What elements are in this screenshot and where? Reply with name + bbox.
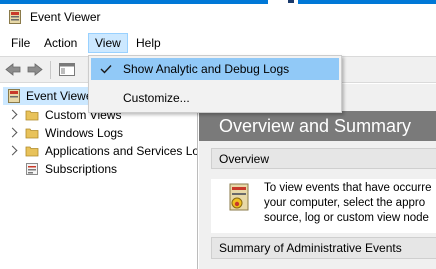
menu-item-customize[interactable]: Customize... <box>91 87 339 109</box>
section-title: Overview <box>219 152 270 166</box>
menu-item-label: Show Analytic and Debug Logs <box>123 62 290 76</box>
toolbar-separator <box>50 61 51 79</box>
overview-body: To view events that have occurre your co… <box>211 179 436 233</box>
checkmark-icon <box>100 65 112 74</box>
overview-section-header[interactable]: Overview <box>211 148 436 169</box>
menu-file[interactable]: File <box>5 33 36 53</box>
title-bar: Event Viewer <box>0 0 436 33</box>
menu-item-label: Customize... <box>123 91 190 105</box>
overview-line: source, log or custom view node <box>264 212 429 224</box>
event-viewer-icon <box>9 10 21 24</box>
tree-item-label: Subscriptions <box>45 162 118 176</box>
section-title: Summary of Administrative Events <box>219 241 402 255</box>
menu-bar: File Action View Help <box>0 33 436 55</box>
folder-icon <box>25 110 39 121</box>
view-menu-dropdown: Show Analytic and Debug Logs Customize..… <box>88 55 342 113</box>
menu-action[interactable]: Action <box>38 33 83 53</box>
folder-icon <box>25 128 39 139</box>
page-title: Overview and Summary <box>219 116 412 136</box>
forward-arrow-icon[interactable] <box>26 61 44 78</box>
back-arrow-icon[interactable] <box>4 61 22 78</box>
event-log-icon <box>229 183 249 211</box>
subscriptions-icon <box>26 163 38 175</box>
window-top-edge-mark <box>288 0 294 3</box>
window-title: Event Viewer <box>30 10 101 24</box>
menu-view[interactable]: View <box>88 33 128 53</box>
menu-item-show-analytic-debug-logs[interactable]: Show Analytic and Debug Logs <box>91 58 339 80</box>
overview-line: To view events that have occurre <box>264 182 432 194</box>
chevron-right-icon[interactable] <box>7 145 18 156</box>
event-viewer-icon <box>8 89 20 103</box>
tree-item-windows-logs[interactable]: Windows Logs <box>0 124 197 142</box>
tree-root-label: Event Viewer <box>26 89 97 103</box>
tree-item-applications-services[interactable]: Applications and Services Lo <box>0 142 198 160</box>
folder-icon <box>25 146 39 157</box>
menu-help[interactable]: Help <box>130 33 167 53</box>
overview-line: your computer, select the appro <box>264 197 426 209</box>
console-tree-icon[interactable] <box>58 61 76 78</box>
chevron-right-icon[interactable] <box>7 127 18 138</box>
chevron-right-icon[interactable] <box>7 109 18 120</box>
tree-item-subscriptions[interactable]: Subscriptions <box>0 160 197 178</box>
summary-section-header[interactable]: Summary of Administrative Events <box>211 237 436 259</box>
overview-description: To view events that have occurre your co… <box>264 181 436 226</box>
tree-item-label: Windows Logs <box>45 126 124 140</box>
window-top-edge <box>0 0 436 4</box>
tree-item-label: Applications and Services Lo <box>45 144 198 158</box>
